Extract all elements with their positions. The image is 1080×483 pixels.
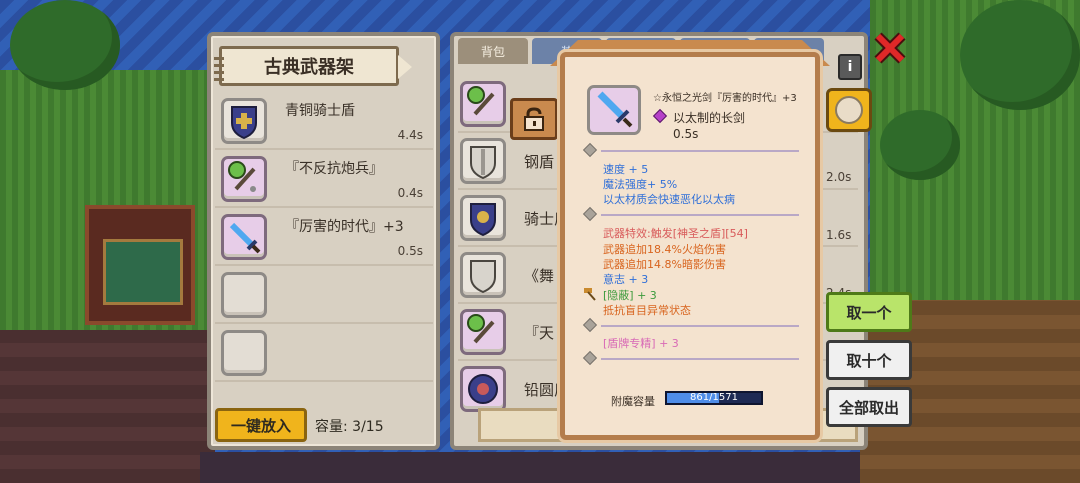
item-name: 『天 <box>524 324 555 342</box>
shield-icon <box>470 146 496 180</box>
item-name: 钢盾 <box>524 153 555 171</box>
rack-footer: 一键放入 容量: 3/15 <box>215 406 435 446</box>
item-name: 『不反抗炮兵』 <box>285 161 383 177</box>
bottom-floor <box>200 452 860 483</box>
sword-icon <box>229 222 261 254</box>
lock-button[interactable] <box>510 98 558 140</box>
mace-icon <box>228 161 256 192</box>
enchant-value: 861/1571 <box>690 392 738 403</box>
effect-line: 武器追加14.8%暗影伤害 <box>603 258 726 271</box>
item-slot[interactable] <box>460 81 506 127</box>
rack-item-list[interactable]: 青铜骑士盾 4.4s 『不反抗炮兵』 0.4s 『厉害的时代』+3 0.5s <box>215 92 433 412</box>
stat-line: 魔法强度+ 5% <box>603 178 678 191</box>
divider <box>601 325 799 327</box>
item-time: 4.4s <box>397 128 423 142</box>
shield-icon <box>470 260 496 294</box>
diamond-icon <box>582 317 598 333</box>
put-all-button[interactable]: 一键放入 <box>215 408 307 442</box>
rack-item[interactable]: 青铜骑士盾 4.4s <box>215 92 433 150</box>
take-ten-button[interactable]: 取十个 <box>826 340 912 380</box>
tab-backpack[interactable]: 背包 <box>458 38 528 64</box>
shield-expert-line: [盾牌专精] + 3 <box>603 337 679 350</box>
tree <box>880 110 960 180</box>
item-slot[interactable] <box>221 98 267 144</box>
take-one-button[interactable]: 取一个 <box>826 292 912 332</box>
item-time: 1.6s <box>826 228 852 242</box>
scroll-icon[interactable] <box>826 88 872 132</box>
item-slot[interactable] <box>221 156 267 202</box>
diamond-icon <box>582 142 598 158</box>
tree <box>960 0 1080 110</box>
empty-slot[interactable] <box>221 272 267 318</box>
item-slot[interactable] <box>460 138 506 184</box>
rack-item[interactable] <box>215 324 433 382</box>
close-icon[interactable] <box>872 30 908 66</box>
rack-item[interactable]: 『不反抗炮兵』 0.4s <box>215 150 433 208</box>
info-icon[interactable]: i <box>838 54 862 80</box>
divider <box>601 150 799 152</box>
item-name: 青铜骑士盾 <box>285 103 355 119</box>
item-time: 2.0s <box>826 170 852 184</box>
item-tooltip: ☆永恒之光剑『厉害的时代』+3 以太制的长剑 0.5s 速度 + 5 魔法强度+… <box>560 52 820 440</box>
item-slot[interactable] <box>221 214 267 260</box>
effect-line: 武器追加18.4%火焰伤害 <box>603 243 726 256</box>
ether-gem-icon <box>652 108 668 124</box>
capacity-label: 容量: 3/15 <box>315 419 384 435</box>
rack-item[interactable] <box>215 266 433 324</box>
effect-line: 意志 + 3 <box>603 273 649 286</box>
weapon-rack-panel: 古典武器架 青铜骑士盾 4.4s 『不反抗炮兵』 0.4s 『厉害的时代』+3 … <box>207 32 440 450</box>
item-time: 0.5s <box>397 244 423 258</box>
scroll-icon-inner <box>835 96 863 124</box>
tooltip-item-slot <box>587 85 641 135</box>
enchant-label: 附魔容量 <box>611 395 655 408</box>
shield-icon <box>468 374 498 404</box>
rack-item[interactable]: 『厉害的时代』+3 0.5s <box>215 208 433 266</box>
rack-title-banner: 古典武器架 <box>214 46 412 86</box>
empty-slot[interactable] <box>221 330 267 376</box>
tooltip-type: 以太制的长剑 <box>673 111 746 125</box>
enchant-progress-bar: 861/1571 <box>665 391 763 405</box>
item-time: 0.4s <box>397 186 423 200</box>
shield-icon <box>231 106 257 140</box>
shrine-building <box>85 205 195 325</box>
hammer-icon <box>584 288 596 301</box>
item-slot[interactable] <box>460 252 506 298</box>
mace-icon <box>467 86 495 116</box>
hidden-line: [隐蔽] + 3 <box>603 289 657 302</box>
item-slot[interactable] <box>460 309 506 355</box>
diamond-icon <box>582 206 598 222</box>
tree <box>10 0 120 90</box>
tooltip-speed: 0.5s <box>673 127 699 141</box>
rack-title: 古典武器架 <box>264 57 354 78</box>
item-name: 『厉害的时代』+3 <box>285 219 404 235</box>
divider <box>601 214 799 216</box>
lock-icon <box>524 107 544 131</box>
take-all-button[interactable]: 全部取出 <box>826 387 912 427</box>
floor-left <box>0 330 215 483</box>
mace-icon <box>467 314 495 344</box>
tooltip-title: ☆永恒之光剑『厉害的时代』+3 <box>653 93 797 104</box>
shield-icon <box>470 203 496 237</box>
diamond-icon <box>582 350 598 366</box>
hidden-line: 抵抗盲目异常状态 <box>603 304 691 317</box>
stat-line: 速度 + 5 <box>603 163 649 176</box>
item-slot[interactable] <box>460 366 506 412</box>
item-slot[interactable] <box>460 195 506 241</box>
effect-line: 武器特效:触发[神圣之盾][54] <box>603 227 748 240</box>
stat-line: 以太材质会快速恶化以太病 <box>603 193 735 206</box>
notebook-rings-icon <box>214 53 224 81</box>
item-name: 《舞 <box>524 267 555 285</box>
sword-icon <box>597 91 633 128</box>
divider <box>601 358 799 360</box>
